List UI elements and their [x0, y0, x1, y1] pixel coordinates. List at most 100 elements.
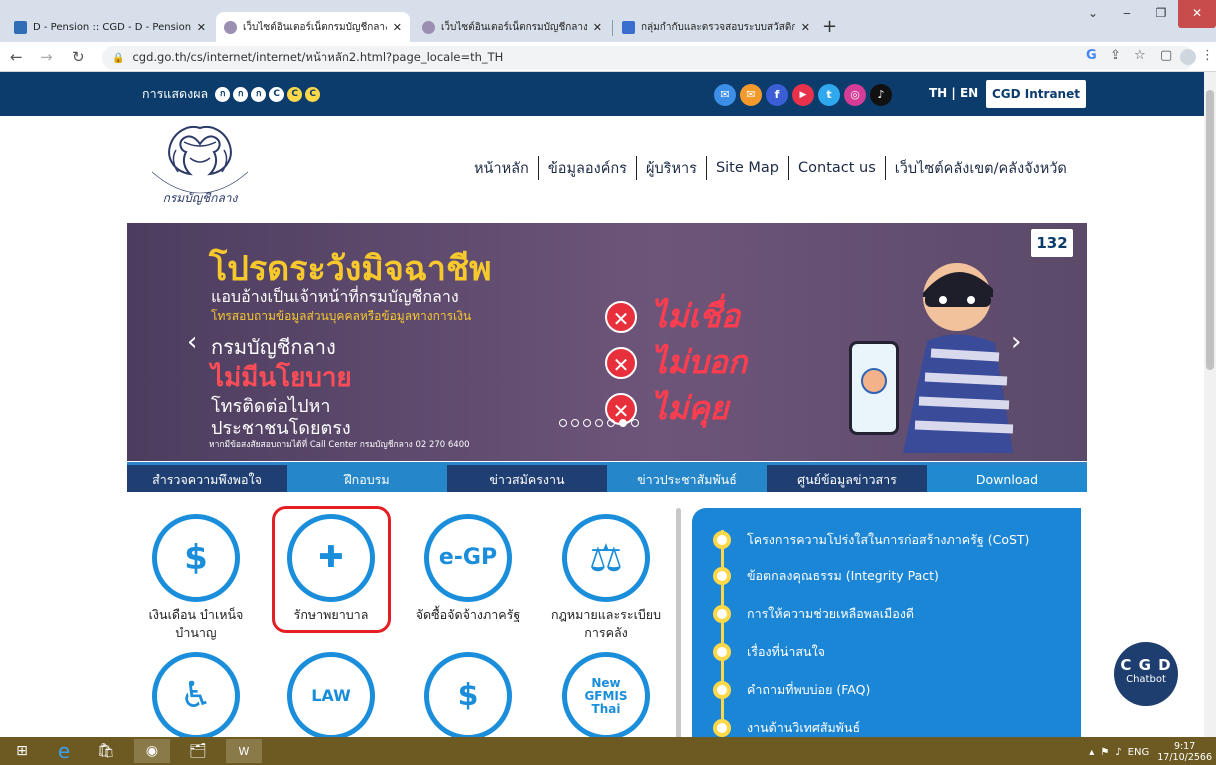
instagram-icon[interactable]: ◎	[844, 84, 866, 106]
nav-contact[interactable]: Contact us	[798, 160, 876, 176]
back-icon[interactable]: ←	[10, 48, 23, 66]
url-field[interactable]: 🔒 cgd.go.th/cs/internet/internet/หน้าหลั…	[102, 46, 1194, 70]
network-icon[interactable]: ⚑	[1100, 747, 1109, 758]
browser-tab-active[interactable]: เว็บไซต์อินเตอร์เน็ตกรมบัญชีกลาง ✕	[216, 12, 410, 42]
browser-tab[interactable]: เว็บไซต์อินเตอร์เน็ตกรมบัญชีกลาง ✕	[414, 12, 610, 42]
carousel-dot[interactable]	[607, 419, 615, 427]
google-icon[interactable]: G	[1086, 48, 1097, 63]
carousel-dot-active[interactable]	[619, 419, 627, 427]
carousel-dot[interactable]	[583, 419, 591, 427]
carousel-prev-icon[interactable]: ‹	[187, 327, 197, 357]
service-law-book[interactable]: LAW	[271, 652, 391, 744]
mail-icon[interactable]: ✉	[714, 84, 736, 106]
tab-favicon-icon	[422, 20, 435, 34]
service-law-regulation[interactable]: ⚖ กฎหมายและระเบียบ การคลัง	[546, 514, 666, 642]
link-cost[interactable]: โครงการความโปร่งใสในการก่อสร้างภาครัฐ (C…	[713, 530, 1029, 550]
chatbot-button[interactable]: C G D Chatbot	[1114, 642, 1178, 706]
youtube-icon[interactable]: ▶	[792, 84, 814, 106]
link-label: คำถามที่พบบ่อย (FAQ)	[747, 682, 871, 697]
carousel-dot[interactable]	[559, 419, 567, 427]
close-icon[interactable]: ✕	[393, 21, 402, 34]
word-icon[interactable]: W	[226, 739, 262, 763]
share-icon[interactable]: ⇪	[1110, 48, 1121, 63]
link-good-citizen[interactable]: การให้ความช่วยเหลือพลเมืองดี	[713, 604, 914, 624]
service-salary-pension[interactable]: $ เงินเดือน บำเหน็จ บำนาญ	[136, 514, 256, 642]
facebook-icon[interactable]: f	[766, 84, 788, 106]
tab-training[interactable]: ฝึกอบรม	[287, 462, 447, 492]
carousel-dot[interactable]	[595, 419, 603, 427]
nav-executives[interactable]: ผู้บริหาร	[646, 157, 697, 180]
language-switch[interactable]: TH | EN	[929, 86, 978, 100]
tab-press-news[interactable]: ข่าวประชาสัมพันธ์	[607, 462, 767, 492]
link-international[interactable]: งานด้านวิเทศสัมพันธ์	[713, 718, 860, 738]
store-icon[interactable]: 🛍	[88, 739, 124, 763]
menu-kebab-icon[interactable]: ⋮	[1201, 48, 1214, 63]
tab-info-center[interactable]: ศูนย์ข้อมูลข่าวสาร	[767, 462, 927, 492]
tab-satisfaction-survey[interactable]: สำรวจความพึงพอใจ	[127, 462, 287, 492]
nav-organization[interactable]: ข้อมูลองค์กร	[548, 157, 627, 180]
ie-browser-icon[interactable]: e	[46, 739, 82, 763]
tab-favicon-icon	[14, 20, 27, 34]
caller-avatar-icon	[861, 368, 887, 394]
tab-favicon-icon	[622, 20, 635, 34]
banner-sub2: โทรสอบถามข้อมูลส่วนบุคคลหรือข้อมูลทางการ…	[211, 309, 472, 323]
maximize-icon[interactable]: ❐	[1144, 0, 1178, 28]
service-gfmis[interactable]: New GFMIS Thai	[546, 652, 666, 744]
tiktok-icon[interactable]: ♪	[870, 84, 892, 106]
new-tab-button[interactable]: +	[822, 16, 837, 37]
link-integrity-pact[interactable]: ข้อตกลงคุณธรรม (Integrity Pact)	[713, 566, 939, 586]
close-icon[interactable]: ✕	[197, 21, 206, 34]
nav-sitemap[interactable]: Site Map	[716, 160, 779, 176]
reload-icon[interactable]: ↻	[72, 48, 85, 66]
tab-favicon-icon	[224, 20, 237, 34]
page-scrollbar[interactable]	[1204, 72, 1216, 737]
tray-overflow-icon[interactable]: ▴	[1089, 747, 1094, 758]
tab-title: กลุ่มกำกับและตรวจสอบระบบสวัสดิการ	[641, 21, 795, 33]
close-icon[interactable]: ✕	[593, 21, 602, 34]
bookmark-star-icon[interactable]: ☆	[1134, 48, 1146, 63]
nav-regional-sites[interactable]: เว็บไซต์คลังเขต/คลังจังหวัด	[895, 157, 1067, 180]
font-size-medium-button[interactable]: ก	[233, 86, 249, 102]
hero-banner[interactable]: โปรดระวังมิจฉาชีพ แอบอ้างเป็นเจ้าหน้าที่…	[127, 223, 1087, 461]
link-faq[interactable]: คำถามที่พบบ่อย (FAQ)	[713, 680, 870, 700]
scrollbar-thumb[interactable]	[1206, 90, 1214, 370]
egp-icon: e-GP	[424, 514, 512, 602]
nav-home[interactable]: หน้าหลัก	[474, 157, 529, 180]
font-size-large-button[interactable]: ก	[251, 86, 267, 102]
close-window-icon[interactable]: ✕	[1178, 0, 1216, 28]
services-scrollbar[interactable]	[676, 508, 681, 740]
tab-divider	[612, 20, 613, 36]
link-interesting[interactable]: เรื่องที่น่าสนใจ	[713, 642, 825, 662]
profile-avatar-icon[interactable]	[1180, 49, 1196, 65]
side-panel-icon[interactable]: ▢	[1160, 48, 1172, 63]
minimize-icon[interactable]: ‒	[1110, 0, 1144, 28]
service-finance[interactable]: $	[408, 652, 528, 744]
input-language[interactable]: ENG	[1128, 747, 1150, 758]
service-egp[interactable]: e-GP จัดซื้อจัดจ้างภาครัฐ	[408, 514, 528, 624]
intranet-button[interactable]: CGD Intranet	[986, 80, 1086, 108]
forward-icon[interactable]: →	[40, 48, 53, 66]
tab-search-icon[interactable]: ⌄	[1076, 0, 1110, 28]
clock[interactable]: 9:17 17/10/2566	[1157, 741, 1212, 763]
contrast-yellow-button[interactable]: C	[287, 86, 303, 102]
twitter-icon[interactable]: t	[818, 84, 840, 106]
not-text: ไม่คุย	[651, 389, 729, 427]
contrast-normal-button[interactable]: C	[269, 86, 285, 102]
font-size-small-button[interactable]: ก	[215, 86, 231, 102]
chrome-icon[interactable]: ◉	[134, 739, 170, 763]
contrast-dark-button[interactable]: C	[305, 86, 321, 102]
browser-tab[interactable]: กลุ่มกำกับและตรวจสอบระบบสวัสดิการ ✕	[614, 12, 818, 42]
windows-start-icon[interactable]: ⊞	[4, 739, 40, 763]
carousel-dot[interactable]	[631, 419, 639, 427]
service-welfare[interactable]: ♿	[136, 652, 256, 744]
line-icon[interactable]: ✉	[740, 84, 762, 106]
speaker-icon[interactable]: ♪	[1115, 747, 1121, 758]
carousel-dot[interactable]	[571, 419, 579, 427]
tab-title: D - Pension :: CGD - D - Pension	[33, 21, 191, 33]
tab-job-news[interactable]: ข่าวสมัครงาน	[447, 462, 607, 492]
tab-download[interactable]: Download	[927, 462, 1087, 492]
file-explorer-icon[interactable]: 🗂	[180, 739, 216, 763]
cgd-logo[interactable]: กรมบัญชีกลาง	[140, 120, 260, 206]
close-icon[interactable]: ✕	[801, 21, 810, 34]
browser-tab[interactable]: D - Pension :: CGD - D - Pension ✕	[6, 12, 214, 42]
